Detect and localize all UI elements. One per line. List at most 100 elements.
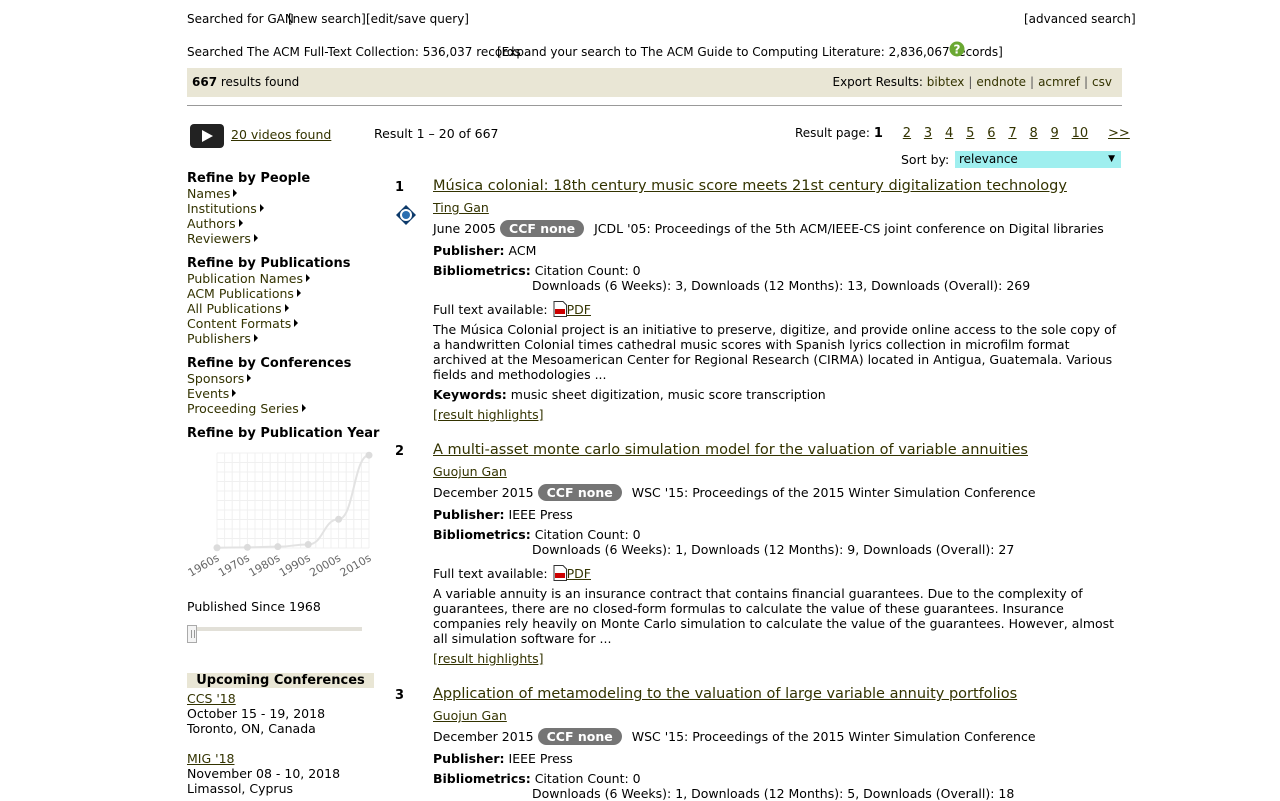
results-count-suffix: results found — [217, 75, 300, 89]
chart-point-1990s[interactable] — [304, 540, 312, 548]
next-pages-link[interactable]: >> — [1108, 126, 1130, 141]
play-video-icon[interactable] — [190, 124, 224, 148]
refine-year-heading: Refine by Publication Year — [187, 426, 380, 441]
result-abstract: A variable annuity is an insurance contr… — [433, 586, 1115, 646]
year-slider-handle[interactable] — [187, 625, 197, 643]
year-slider-track[interactable] — [192, 627, 362, 631]
refine-names[interactable]: Names — [187, 186, 238, 201]
result-venue[interactable]: WSC '15: Proceedings of the 2015 Winter … — [632, 485, 1036, 500]
result-venue[interactable]: JCDL '05: Proceedings of the 5th ACM/IEE… — [594, 221, 1104, 236]
conference-location: Limassol, Cyprus — [187, 781, 293, 796]
ccf-badge: CCF none — [537, 728, 622, 745]
result-venue[interactable]: WSC '15: Proceedings of the 2015 Winter … — [632, 729, 1036, 744]
conference-link-mig[interactable]: MIG '18 — [187, 751, 234, 766]
pdf-icon[interactable] — [553, 565, 567, 581]
result-author-link[interactable]: Guojun Gan — [433, 464, 507, 479]
page-link-9[interactable]: 9 — [1051, 126, 1059, 141]
export-bibtex-link[interactable]: bibtex — [927, 75, 965, 89]
refine-sponsors[interactable]: Sponsors — [187, 371, 252, 386]
refine-people-heading: Refine by People — [187, 171, 311, 186]
page-link-3[interactable]: 3 — [924, 126, 932, 141]
chart-point-1960s[interactable] — [213, 544, 221, 552]
pdf-icon[interactable] — [553, 301, 567, 317]
export-endnote-link[interactable]: endnote — [976, 75, 1026, 89]
chart-point-1980s[interactable] — [274, 543, 282, 551]
new-search-link[interactable]: [new search] — [288, 12, 366, 26]
refine-events[interactable]: Events — [187, 386, 237, 401]
ccf-badge: CCF none — [500, 220, 585, 237]
page-link-2[interactable]: 2 — [903, 126, 911, 141]
chart-tick-label: 1980s — [247, 551, 283, 579]
result-downloads: Downloads (6 Weeks): 3, Downloads (12 Mo… — [532, 278, 1031, 293]
chart-point-2010s[interactable] — [365, 451, 373, 459]
upcoming-conferences-heading: Upcoming Conferences — [187, 673, 374, 688]
conference-link-ccs[interactable]: CCS '18 — [187, 691, 236, 706]
refine-publication-names[interactable]: Publication Names — [187, 271, 310, 286]
result-title-link[interactable]: A multi-asset monte carlo simulation mod… — [433, 442, 1028, 458]
refine-institutions[interactable]: Institutions — [187, 201, 264, 216]
refine-reviewers[interactable]: Reviewers — [187, 231, 258, 246]
chart-tick-label: 1970s — [216, 551, 252, 579]
caret-right-icon — [238, 219, 243, 227]
results-count: 667 — [192, 75, 218, 89]
result-fulltext: Full text available: PDF — [433, 301, 591, 317]
chart-point-2000s[interactable] — [335, 515, 343, 523]
result-keywords: Keywords: music sheet digitization, musi… — [433, 387, 826, 402]
page-link-8[interactable]: 8 — [1029, 126, 1037, 141]
result-downloads: Downloads (6 Weeks): 1, Downloads (12 Mo… — [532, 542, 1015, 557]
result-citation: Bibliometrics: Citation Count: 0 — [433, 527, 641, 542]
caret-right-icon — [301, 404, 306, 412]
refine-publishers[interactable]: Publishers — [187, 331, 258, 346]
refine-all-publications[interactable]: All Publications — [187, 301, 289, 316]
advanced-search-link[interactable]: [advanced search] — [1024, 12, 1136, 26]
ccf-badge: CCF none — [537, 484, 622, 501]
result-publisher: Publisher: IEEE Press — [433, 751, 573, 766]
caret-right-icon — [284, 304, 289, 312]
page-link-7[interactable]: 7 — [1008, 126, 1016, 141]
page-link-4[interactable]: 4 — [945, 126, 953, 141]
chart-point-1970s[interactable] — [243, 543, 251, 551]
videos-found-link[interactable]: 20 videos found — [231, 127, 331, 142]
refine-authors[interactable]: Authors — [187, 216, 243, 231]
result-pub-line: December 2015 CCF none WSC '15: Proceeding… — [433, 484, 1036, 501]
pager-label: Result page: — [795, 126, 870, 140]
caret-right-icon — [232, 389, 237, 397]
pdf-link[interactable]: PDF — [567, 566, 591, 581]
dl-badge-icon[interactable] — [395, 204, 417, 226]
page-link-5[interactable]: 5 — [966, 126, 974, 141]
edit-save-query-link[interactable]: [edit/save query] — [366, 12, 469, 26]
result-pub-line: June 2005 CCF none JCDL '05: Proceedings o… — [433, 220, 1104, 237]
collection-text: Searched The ACM Full-Text Collection: 5… — [187, 45, 521, 59]
result-title-link[interactable]: Application of metamodeling to the valua… — [433, 686, 1017, 702]
pagination: Result page: 1 2 3 4 5 6 7 8 9 10 >> — [795, 126, 1130, 141]
export-acmref-link[interactable]: acmref — [1038, 75, 1080, 89]
refine-content-formats[interactable]: Content Formats — [187, 316, 299, 331]
current-page: 1 — [873, 126, 883, 141]
result-highlights-link[interactable]: [result highlights] — [433, 407, 544, 422]
svg-text:?: ? — [954, 43, 961, 57]
dropdown-arrow-icon: ▼ — [1108, 154, 1115, 164]
conference-dates: November 08 - 10, 2018 — [187, 766, 341, 781]
export-csv-link[interactable]: csv — [1092, 75, 1112, 89]
sort-select[interactable]: relevance ▼ — [955, 151, 1121, 168]
result-title-link[interactable]: Música colonial: 18th century music scor… — [433, 178, 1067, 194]
sort-value: relevance — [959, 152, 1018, 166]
pdf-link[interactable]: PDF — [567, 302, 591, 317]
result-abstract: The Música Colonial project is an initia… — [433, 322, 1117, 382]
refine-acm-publications[interactable]: ACM Publications — [187, 286, 301, 301]
chart-tick-label: 1990s — [277, 551, 313, 579]
caret-right-icon — [233, 189, 238, 197]
help-icon[interactable]: ? — [949, 41, 965, 57]
result-highlights-link[interactable]: [result highlights] — [433, 651, 544, 666]
expand-search-link[interactable]: [Expand your search to The ACM Guide to … — [497, 45, 1003, 59]
export-label: Export Results: — [832, 75, 927, 89]
divider — [187, 105, 1122, 106]
result-publisher: Publisher: ACM — [433, 243, 537, 258]
page-link-10[interactable]: 10 — [1072, 126, 1089, 141]
sort-label: Sort by: — [901, 152, 950, 167]
result-author-link[interactable]: Guojun Gan — [433, 708, 507, 723]
page-link-6[interactable]: 6 — [987, 126, 995, 141]
refine-proceeding-series[interactable]: Proceeding Series — [187, 401, 306, 416]
publication-year-chart[interactable]: 1960s1970s1980s1990s2000s2010s — [187, 443, 377, 593]
result-author-link[interactable]: Ting Gan — [433, 200, 489, 215]
